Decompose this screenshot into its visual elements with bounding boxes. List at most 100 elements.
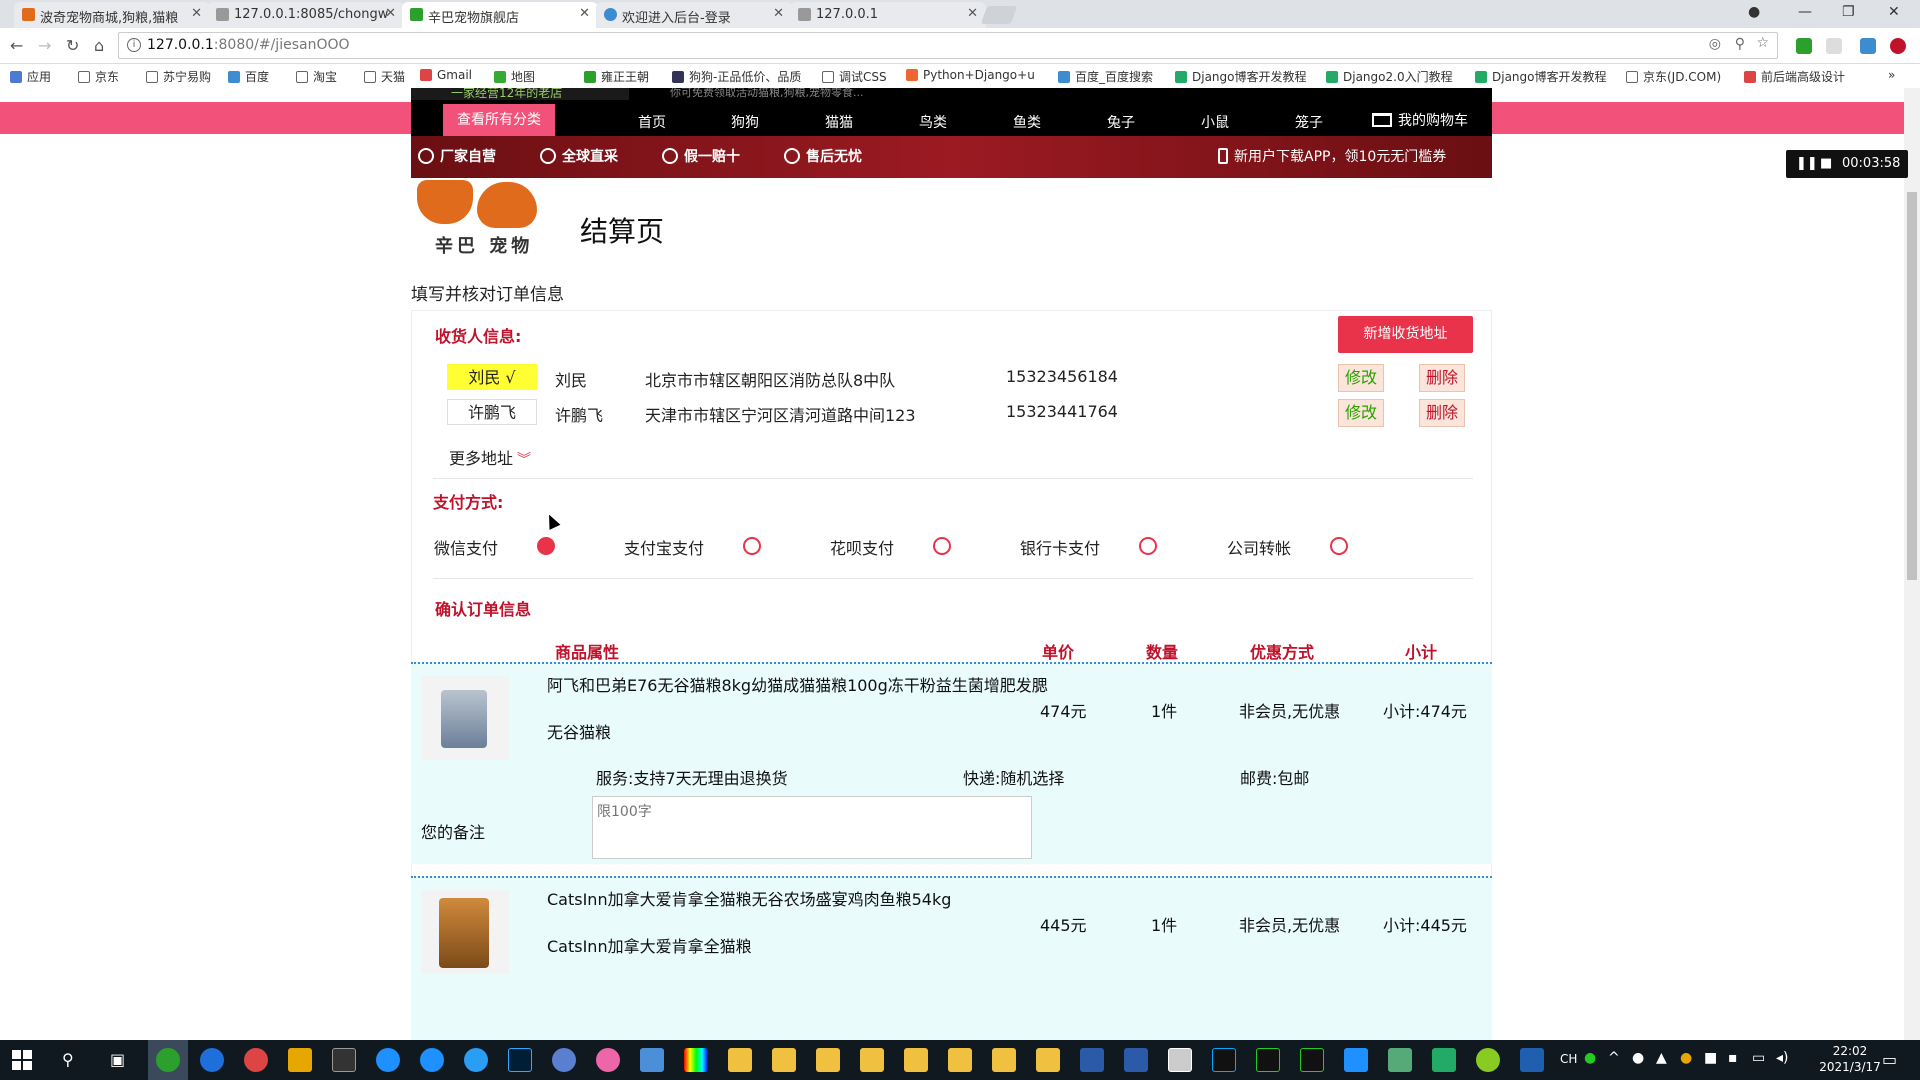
- edit-address-button[interactable]: 修改: [1338, 364, 1384, 392]
- stop-icon[interactable]: ■: [1820, 156, 1832, 171]
- bookmark-item[interactable]: Python+Django+u: [906, 68, 1035, 82]
- app-icon[interactable]: [1388, 1048, 1412, 1072]
- bookmark-item[interactable]: 京东(JD.COM): [1626, 68, 1721, 85]
- browser-tab[interactable]: 127.0.0.1 ✕: [790, 2, 986, 28]
- app-icon[interactable]: [640, 1048, 664, 1072]
- address-select-tag[interactable]: 刘民 √: [447, 364, 537, 390]
- app-icon[interactable]: [552, 1048, 576, 1072]
- bookmark-item[interactable]: Django博客开发教程: [1475, 68, 1607, 85]
- close-icon[interactable]: ✕: [191, 6, 202, 21]
- bookmark-item[interactable]: 苏宁易购: [146, 68, 211, 85]
- photoshop-icon[interactable]: [508, 1048, 532, 1072]
- nav-link-cats[interactable]: 猫猫: [825, 112, 853, 132]
- zoom-icon[interactable]: ⚲: [1735, 36, 1745, 52]
- close-icon[interactable]: ✕: [579, 6, 590, 21]
- payment-radio-bankcard[interactable]: [1139, 537, 1157, 555]
- powershell-icon[interactable]: [1124, 1048, 1148, 1072]
- pycharm-icon[interactable]: [1300, 1048, 1324, 1072]
- minimize-icon[interactable]: —: [1798, 4, 1812, 20]
- media-player-icon[interactable]: [1520, 1048, 1544, 1072]
- app-icon[interactable]: [596, 1048, 620, 1072]
- folder-icon[interactable]: [816, 1048, 840, 1072]
- site-logo[interactable]: 辛巴 宠物: [413, 180, 543, 257]
- bookmark-item[interactable]: Django博客开发教程: [1175, 68, 1307, 85]
- action-center-icon[interactable]: ▭: [1882, 1050, 1897, 1069]
- windows-start-icon[interactable]: [12, 1050, 32, 1070]
- app-tray-icon[interactable]: ▪: [1728, 1050, 1738, 1066]
- close-icon[interactable]: ✕: [385, 6, 396, 21]
- folder-icon[interactable]: [948, 1048, 972, 1072]
- palette-icon[interactable]: [684, 1048, 708, 1072]
- reload-icon[interactable]: ↻: [66, 36, 79, 55]
- more-addresses-toggle[interactable]: 更多地址 ︾: [449, 445, 531, 469]
- payment-radio-transfer[interactable]: [1330, 537, 1348, 555]
- extension-icon[interactable]: [1860, 38, 1876, 54]
- location-icon[interactable]: ◎: [1709, 36, 1721, 52]
- extension-icon[interactable]: [1826, 38, 1842, 54]
- new-tab-button[interactable]: [980, 6, 1018, 24]
- search-icon[interactable]: ⚲: [62, 1050, 74, 1069]
- nav-link-mice[interactable]: 小鼠: [1201, 112, 1229, 132]
- more-bookmarks-icon[interactable]: »: [1888, 68, 1895, 82]
- webstorm-icon[interactable]: [1212, 1048, 1236, 1072]
- product-image[interactable]: [421, 890, 509, 974]
- chevron-up-icon[interactable]: ^: [1608, 1050, 1620, 1066]
- app-icon[interactable]: [200, 1048, 224, 1072]
- note-textarea[interactable]: [592, 796, 1032, 859]
- bookmark-item[interactable]: 雍正王朝: [584, 68, 649, 85]
- star-icon[interactable]: ☆: [1756, 35, 1769, 51]
- app-tray-icon[interactable]: ●: [1680, 1050, 1692, 1066]
- folder-icon[interactable]: [992, 1048, 1016, 1072]
- back-icon[interactable]: ←: [10, 36, 23, 55]
- app-icon[interactable]: [1432, 1048, 1456, 1072]
- bookmark-item[interactable]: 调试CSS: [822, 68, 887, 85]
- restore-icon[interactable]: ❐: [1842, 4, 1855, 20]
- delete-address-button[interactable]: 删除: [1419, 364, 1465, 392]
- avatar-icon[interactable]: [1168, 1048, 1192, 1072]
- browser-tab-active[interactable]: 辛巴宠物旗舰店 ✕: [402, 2, 598, 28]
- nav-link-fish[interactable]: 鱼类: [1013, 112, 1041, 132]
- bookmark-item[interactable]: 天猫: [364, 68, 405, 85]
- edge-icon[interactable]: [376, 1048, 400, 1072]
- forward-icon[interactable]: →: [38, 36, 51, 55]
- shopping-cart-link[interactable]: 我的购物车: [1372, 110, 1468, 130]
- powershell-icon[interactable]: [1080, 1048, 1104, 1072]
- folder-icon[interactable]: [860, 1048, 884, 1072]
- chrome-icon[interactable]: [244, 1048, 268, 1072]
- folder-icon[interactable]: [1036, 1048, 1060, 1072]
- payment-radio-wechat[interactable]: [537, 537, 555, 555]
- app-icon[interactable]: [156, 1048, 180, 1072]
- ime-indicator[interactable]: CH: [1560, 1052, 1577, 1066]
- bookmark-item[interactable]: 前后端高级设计: [1744, 68, 1845, 85]
- browser-tab[interactable]: 欢迎进入后台-登录 ✕: [596, 2, 792, 28]
- bookmark-item[interactable]: Django2.0入门教程: [1326, 68, 1453, 85]
- app-tray-icon[interactable]: ●: [1584, 1050, 1596, 1066]
- close-window-icon[interactable]: ✕: [1888, 4, 1900, 20]
- notification-bell-icon[interactable]: ▲: [1656, 1050, 1667, 1066]
- nav-link-dogs[interactable]: 狗狗: [731, 112, 759, 132]
- vscode-icon[interactable]: [1344, 1048, 1368, 1072]
- vue-devtools-icon[interactable]: [1796, 38, 1812, 54]
- nav-link-birds[interactable]: 鸟类: [919, 112, 947, 132]
- pause-icon[interactable]: ❚❚: [1796, 156, 1818, 171]
- address-select-tag[interactable]: 许鹏飞: [447, 399, 537, 425]
- browser-tab[interactable]: 127.0.0.1:8085/chongw ✕: [208, 2, 404, 28]
- folder-icon[interactable]: [772, 1048, 796, 1072]
- product-image[interactable]: [421, 676, 509, 760]
- edit-address-button[interactable]: 修改: [1338, 399, 1384, 427]
- nav-link-rabbits[interactable]: 兔子: [1107, 112, 1135, 132]
- add-address-button[interactable]: 新增收货地址: [1338, 316, 1473, 353]
- payment-radio-alipay[interactable]: [743, 537, 761, 555]
- extension-icon[interactable]: [1890, 38, 1906, 54]
- scrollbar-thumb[interactable]: [1907, 192, 1917, 580]
- bookmark-item[interactable]: 应用: [10, 68, 51, 85]
- bookmark-item[interactable]: 百度_百度搜索: [1058, 68, 1153, 85]
- delete-address-button[interactable]: 删除: [1419, 399, 1465, 427]
- address-bar[interactable]: i 127.0.0.1:8080/#/jiesanOOO ◎ ⚲ ☆: [118, 32, 1778, 59]
- app-tray-icon[interactable]: ■: [1704, 1050, 1717, 1066]
- nav-link-home[interactable]: 首页: [638, 112, 666, 132]
- product-name[interactable]: CatsInn加拿大爱肯拿全猫粮无谷农场盛宴鸡肉鱼粮54kg: [547, 886, 951, 910]
- folder-icon[interactable]: [904, 1048, 928, 1072]
- app-icon[interactable]: [288, 1048, 312, 1072]
- pycharm-icon[interactable]: [1256, 1048, 1280, 1072]
